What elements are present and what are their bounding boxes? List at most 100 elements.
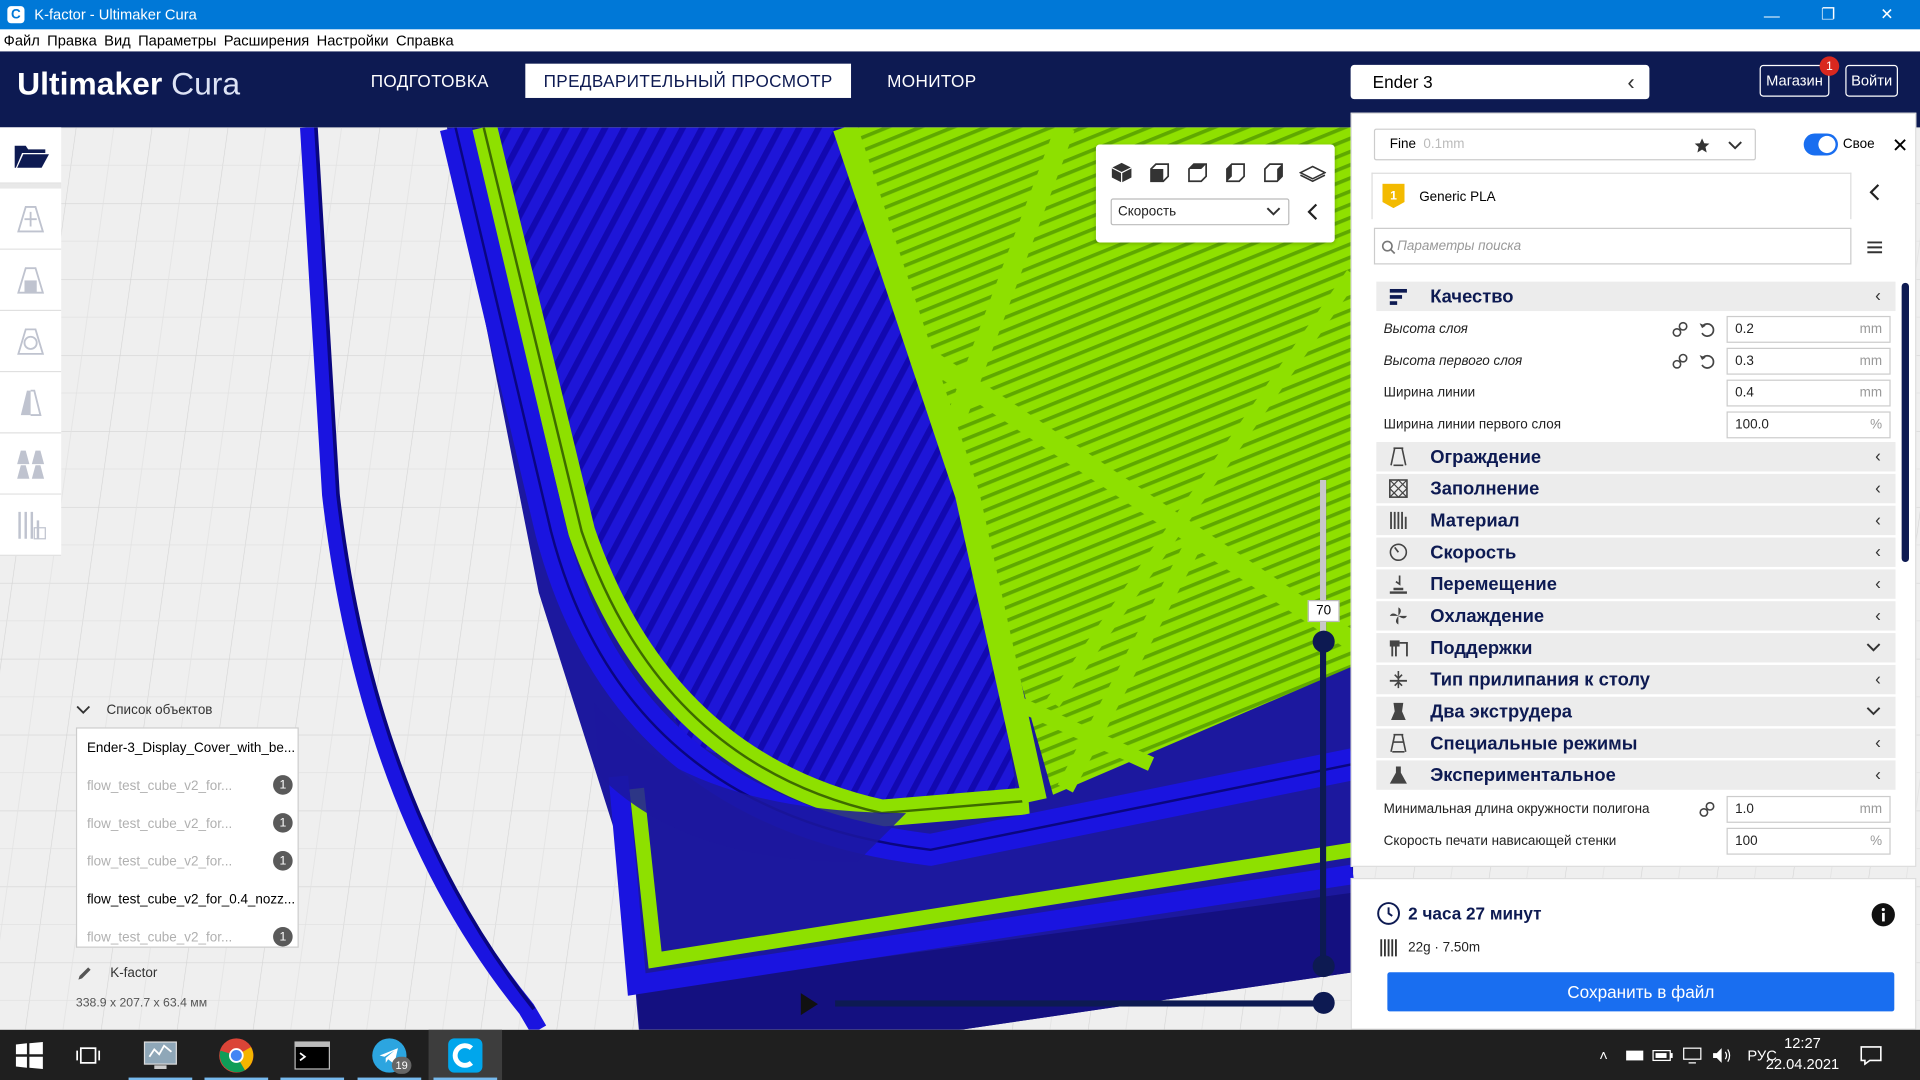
list-item[interactable]: flow_test_cube_v2_for... 1 (77, 804, 297, 842)
tab-monitor[interactable]: МОНИТОР (872, 64, 992, 98)
move-tool-button[interactable] (0, 188, 62, 250)
project-name[interactable]: K-factor (76, 965, 157, 982)
hamburger-menu-icon[interactable] (1866, 240, 1883, 255)
link-icon[interactable] (1671, 353, 1688, 370)
maximize-icon[interactable]: ❐ (1800, 0, 1856, 29)
taskbar-app-cura[interactable] (428, 1029, 503, 1080)
volume-icon[interactable] (1711, 1046, 1733, 1063)
path-slider-track[interactable] (835, 1000, 1325, 1007)
per-model-settings-button[interactable] (0, 433, 62, 495)
menu-preferences[interactable]: Настройки (313, 32, 392, 49)
marketplace-notification-badge: 1 (1819, 56, 1840, 76)
profile-selector[interactable]: Fine 0.1mm (1373, 128, 1756, 161)
chrome-icon (219, 1037, 254, 1073)
info-icon[interactable] (1871, 902, 1895, 927)
taskbar-app-chrome[interactable] (200, 1030, 273, 1080)
network-icon[interactable] (1681, 1046, 1703, 1063)
custom-mode-toggle[interactable] (1803, 133, 1838, 156)
list-item[interactable]: Ender-3_Display_Cover_with_be... (77, 729, 297, 767)
taskbar-app-monitor[interactable] (124, 1030, 197, 1080)
layer-view-icon[interactable] (1299, 162, 1327, 184)
taskbar-app-telegram[interactable]: 19 (353, 1030, 426, 1080)
task-view-button[interactable] (59, 1030, 118, 1080)
reset-icon[interactable] (1698, 321, 1715, 338)
category-support[interactable]: Поддержки (1376, 633, 1896, 663)
line-width-input[interactable]: 0.4 mm (1726, 379, 1891, 407)
link-icon[interactable] (1671, 321, 1688, 338)
path-slider-handle[interactable] (1312, 991, 1335, 1014)
taskbar-clock[interactable]: 12:27 22.04.2021 (1758, 1033, 1846, 1075)
list-item[interactable]: flow_test_cube_v2_for... 1 (77, 767, 297, 805)
filament-icon (1380, 939, 1397, 957)
link-icon[interactable] (1698, 801, 1715, 818)
right-view-icon[interactable] (1262, 162, 1284, 184)
layer-number-label[interactable]: 70 (1307, 600, 1340, 623)
overhanging-wall-speed-input[interactable]: 100% (1726, 827, 1891, 855)
category-shell[interactable]: Ограждение ‹ (1376, 442, 1896, 472)
show-hidden-icons-icon[interactable]: ˄ (1599, 1046, 1608, 1063)
category-quality[interactable]: Качество ‹ (1376, 281, 1896, 312)
save-to-file-button[interactable]: Сохранить в файл (1387, 972, 1895, 1012)
category-travel[interactable]: Перемещение ‹ (1376, 569, 1896, 599)
folder-open-icon (14, 145, 49, 168)
marketplace-button[interactable]: Магазин (1759, 64, 1830, 97)
list-item[interactable]: flow_test_cube_v2_for_0.4_nozz... (77, 880, 297, 918)
initial-layer-line-width-input[interactable]: 100.0% (1726, 411, 1891, 439)
minimize-icon[interactable]: — (1744, 0, 1800, 29)
notifications-button[interactable] (1860, 1030, 1882, 1080)
front-view-icon[interactable] (1149, 162, 1171, 184)
category-experimental[interactable]: Экспериментальное ‹ (1376, 760, 1896, 790)
3d-view-icon[interactable] (1111, 162, 1133, 184)
layer-slider-upper-handle[interactable] (1312, 630, 1335, 653)
left-view-icon[interactable] (1225, 162, 1247, 184)
close-window-icon[interactable]: ✕ (1859, 0, 1915, 29)
support-blocker-button[interactable] (0, 494, 62, 556)
list-item[interactable]: flow_test_cube_v2_for... 1 (77, 918, 297, 956)
menu-extensions[interactable]: Расширения (220, 32, 313, 49)
sign-in-button[interactable]: Войти (1845, 64, 1898, 97)
category-dual-extrusion[interactable]: Два экструдера (1376, 696, 1896, 727)
top-view-icon[interactable] (1187, 162, 1209, 184)
tab-prepare[interactable]: ПОДГОТОВКА (358, 64, 502, 98)
category-adhesion[interactable]: Тип прилипания к столу ‹ (1376, 664, 1896, 695)
close-panel-icon[interactable]: ✕ (1892, 133, 1908, 157)
object-list-toggle[interactable]: Список объектов (76, 703, 212, 718)
layer-height-input[interactable]: 0.2 mm (1726, 315, 1891, 343)
category-cooling[interactable]: Охлаждение ‹ (1376, 601, 1896, 631)
rotate-tool-button[interactable] (0, 311, 62, 373)
menu-view[interactable]: Вид (100, 32, 134, 49)
ultimaker-cura-logo: Ultimaker Cura (17, 64, 241, 102)
printer-selector[interactable]: Ender 3 ‹ (1350, 64, 1650, 100)
category-speed[interactable]: Скорость ‹ (1376, 537, 1896, 567)
chevron-left-icon[interactable] (1869, 184, 1881, 201)
list-item[interactable]: flow_test_cube_v2_for... 1 (77, 842, 297, 880)
extruder-tab[interactable]: 1 Generic PLA (1371, 172, 1852, 220)
category-infill[interactable]: Заполнение ‹ (1376, 473, 1896, 504)
settings-search-input[interactable]: Параметры поиска (1373, 227, 1852, 265)
tab-preview[interactable]: ПРЕДВАРИТЕЛЬНЫЙ ПРОСМОТР (525, 63, 852, 98)
menu-help[interactable]: Справка (392, 32, 457, 49)
star-icon[interactable] (1693, 137, 1710, 154)
scale-icon (17, 266, 45, 293)
usb-device-icon[interactable] (1625, 1048, 1645, 1063)
scale-tool-button[interactable] (0, 249, 62, 312)
menu-edit[interactable]: Правка (43, 32, 100, 49)
taskbar-app-terminal[interactable] (276, 1030, 349, 1080)
settings-scrollbar[interactable] (1901, 282, 1909, 563)
min-polygon-circumference-input[interactable]: 1.0 mm (1726, 795, 1891, 823)
mirror-tool-button[interactable] (0, 372, 62, 434)
menu-file[interactable]: Файл (0, 32, 43, 49)
color-scheme-dropdown[interactable]: Скорость (1110, 198, 1290, 226)
collapse-panel-icon[interactable] (1307, 203, 1319, 220)
category-material[interactable]: Материал ‹ (1376, 505, 1896, 536)
layer-slider-lower-handle[interactable] (1312, 955, 1335, 978)
reset-icon[interactable] (1698, 353, 1715, 370)
play-simulation-icon[interactable] (800, 993, 818, 1016)
battery-icon[interactable] (1652, 1048, 1674, 1063)
menu-settings[interactable]: Параметры (134, 32, 220, 49)
extruder-number-badge: 1 (273, 926, 293, 947)
initial-layer-height-input[interactable]: 0.3 mm (1726, 347, 1891, 375)
open-file-button[interactable] (0, 127, 62, 184)
category-special-modes[interactable]: Специальные режимы ‹ (1376, 728, 1896, 758)
start-button[interactable] (0, 1030, 59, 1080)
